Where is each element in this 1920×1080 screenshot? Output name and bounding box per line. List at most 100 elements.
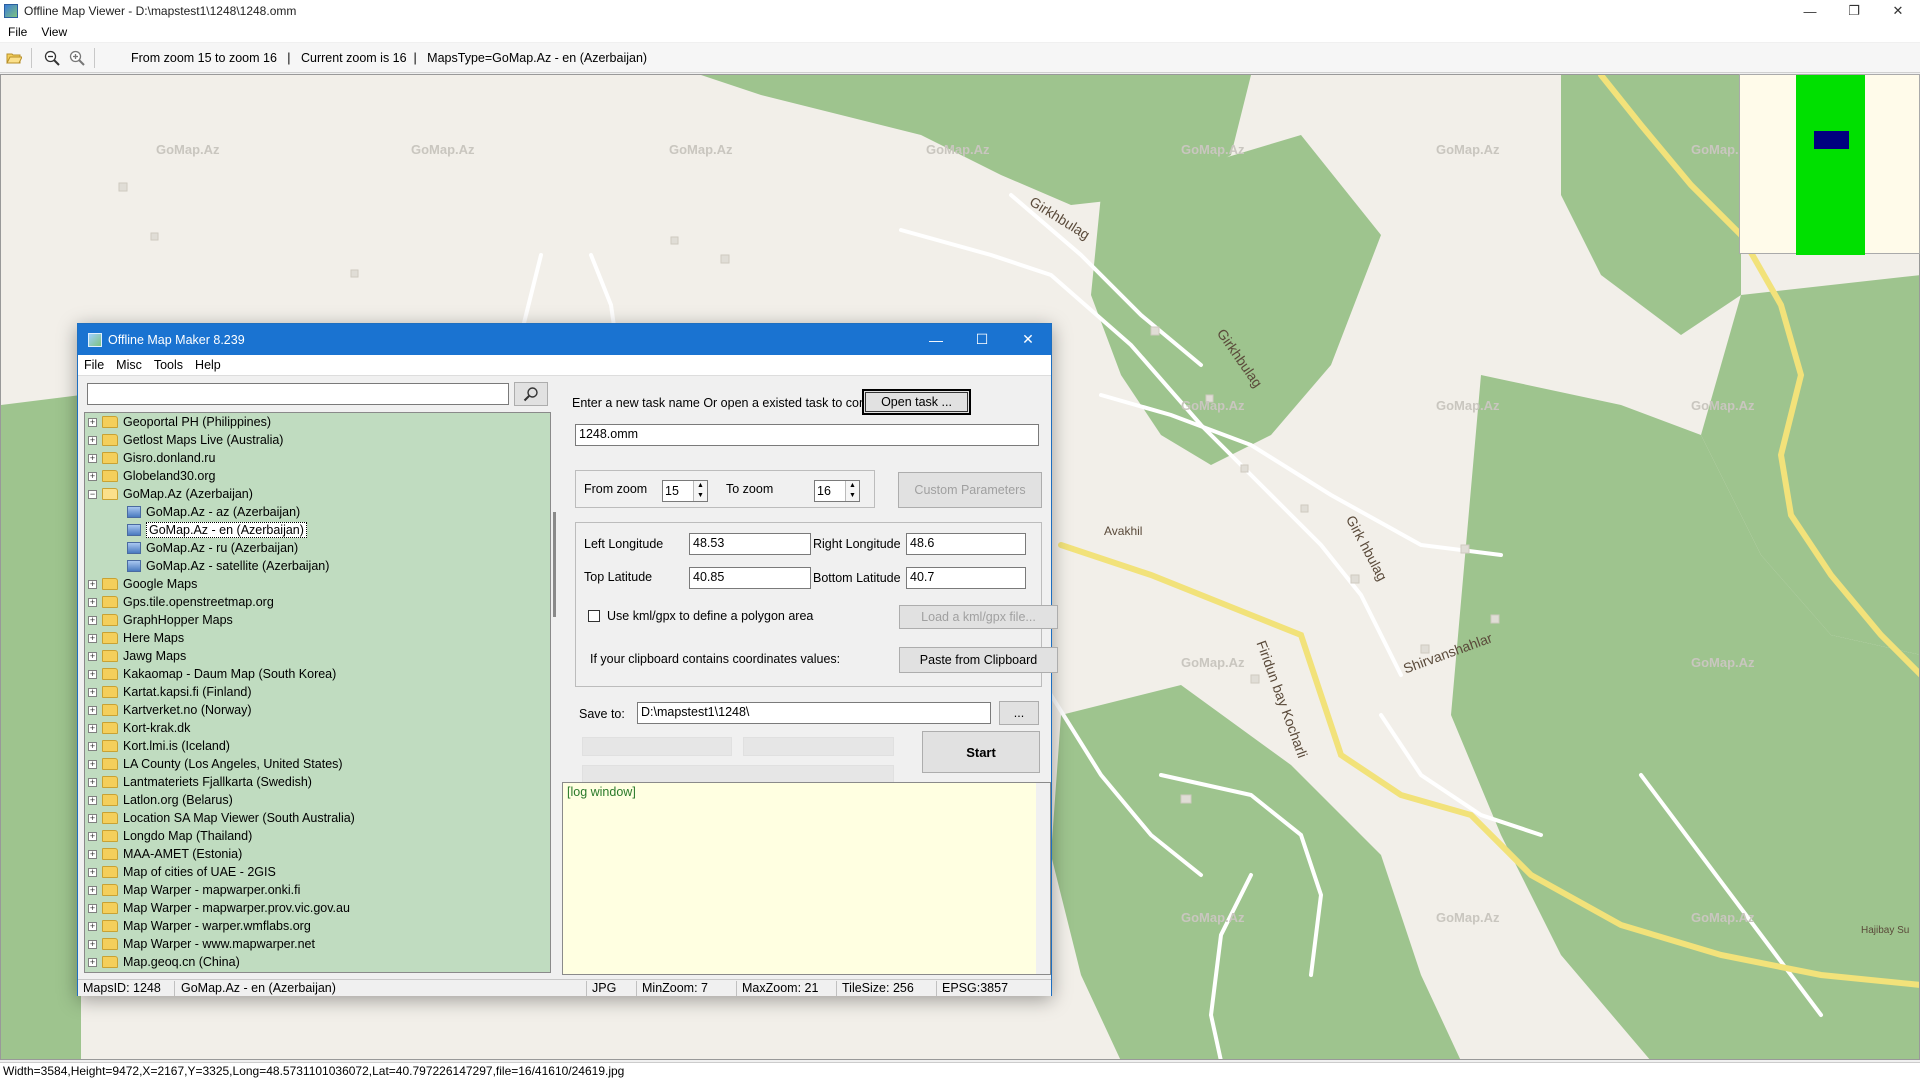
tree-map-item[interactable]: GoMap.Az - az (Azerbaijan) [85,503,550,521]
task-name-input[interactable]: 1248.omm [575,424,1039,446]
tree-map-item[interactable]: GoMap.Az - satellite (Azerbaijan) [85,557,550,575]
expand-icon[interactable]: + [88,705,97,715]
tree-folder-item[interactable]: + Map Warper - www.mapwarper.net [85,935,550,953]
zoom-out-icon[interactable] [41,47,63,69]
stepper-arrows-icon[interactable]: ▲ ▼ [693,481,707,501]
tree-folder-item[interactable]: + GraphHopper Maps [85,611,550,629]
expand-icon[interactable]: + [88,813,97,823]
dialog-menu-misc[interactable]: Misc [116,358,142,372]
tree-folder-item[interactable]: + Location SA Map Viewer (South Australia… [85,809,550,827]
start-button[interactable]: Start [922,731,1040,773]
tree-map-item[interactable]: GoMap.Az - en (Azerbaijan) [85,521,550,539]
from-zoom-stepper[interactable]: 15 ▲ ▼ [662,480,708,502]
dialog-close-button[interactable]: ✕ [1005,324,1051,355]
minimize-button[interactable]: — [1788,0,1832,22]
tree-folder-item[interactable]: + Map Warper - mapwarper.prov.vic.gov.au [85,899,550,917]
tree-folder-item[interactable]: + Google Maps [85,575,550,593]
overview-viewport-marker[interactable] [1814,131,1849,149]
browse-folder-button[interactable]: ... [999,701,1039,725]
scrollbar-thumb[interactable] [553,512,556,617]
log-window[interactable]: [log window] [562,782,1051,975]
expand-icon[interactable]: + [88,597,97,607]
expand-icon[interactable]: + [88,867,97,877]
stepper-arrows-icon[interactable]: ▲ ▼ [845,481,859,501]
tree-folder-item[interactable]: + Kartat.kapsi.fi (Finland) [85,683,550,701]
restore-button[interactable]: ❐ [1832,0,1876,22]
expand-icon[interactable]: + [88,687,97,697]
tree-map-item[interactable]: GoMap.Az - ru (Azerbaijan) [85,539,550,557]
expand-icon[interactable]: + [88,723,97,733]
expand-icon[interactable]: + [88,615,97,625]
map-overview-minimap[interactable] [1739,74,1920,255]
expand-icon[interactable]: + [88,903,97,913]
tree-folder-item[interactable]: + Lantmateriets Fjallkarta (Swedish) [85,773,550,791]
close-button[interactable]: ✕ [1876,0,1920,22]
use-kml-checkbox[interactable] [588,610,600,622]
expand-icon[interactable]: + [88,669,97,679]
custom-parameters-button[interactable]: Custom Parameters [898,472,1042,508]
tree-folder-item[interactable]: + Kartverket.no (Norway) [85,701,550,719]
collapse-icon[interactable]: − [88,489,97,499]
menu-file[interactable]: File [8,25,27,39]
expand-icon[interactable]: + [88,759,97,769]
tree-folder-item[interactable]: + Gisro.donland.ru [85,449,550,467]
paste-from-clipboard-button[interactable]: Paste from Clipboard [899,647,1058,673]
tree-folder-item[interactable]: − GoMap.Az (Azerbaijan) [85,485,550,503]
tree-folder-item[interactable]: + Gps.tile.openstreetmap.org [85,593,550,611]
dialog-minimize-button[interactable]: — [913,324,959,355]
dialog-titlebar[interactable]: Offline Map Maker 8.239 — ☐ ✕ [78,324,1051,355]
tree-folder-item[interactable]: + Map.geoq.cn (China) [85,953,550,971]
dialog-menu-help[interactable]: Help [195,358,221,372]
expand-icon[interactable]: + [88,651,97,661]
zoom-in-icon[interactable] [66,47,88,69]
menu-view[interactable]: View [41,25,67,39]
expand-icon[interactable]: + [88,795,97,805]
tree-scrollbar[interactable] [551,412,559,973]
expand-icon[interactable]: + [88,471,97,481]
expand-icon[interactable]: + [88,633,97,643]
dialog-maximize-button[interactable]: ☐ [959,324,1005,355]
expand-icon[interactable]: + [88,435,97,445]
dialog-menu-file[interactable]: File [84,358,104,372]
tree-folder-item[interactable]: + Map of cities of UAE - 2GIS [85,863,550,881]
tree-folder-item[interactable]: + LA County (Los Angeles, United States) [85,755,550,773]
tree-folder-item[interactable]: + Kort-krak.dk [85,719,550,737]
expand-icon[interactable]: + [88,957,97,967]
map-search-input[interactable] [87,383,509,405]
tree-folder-item[interactable]: + Map Warper - warper.wmflabs.org [85,917,550,935]
tree-folder-item[interactable]: + MAA-AMET (Estonia) [85,845,550,863]
tree-folder-item[interactable]: + Here Maps [85,629,550,647]
top-latitude-input[interactable]: 40.85 [689,567,811,589]
save-to-path-input[interactable]: D:\mapstest1\1248\ [637,702,991,724]
map-source-tree[interactable]: + Geoportal PH (Philippines) + Getlost Maps… [84,412,551,973]
expand-icon[interactable]: + [88,453,97,463]
to-zoom-stepper[interactable]: 16 ▲ ▼ [814,480,860,502]
tree-folder-item[interactable]: + Geoportal PH (Philippines) [85,413,550,431]
dialog-menu-tools[interactable]: Tools [154,358,183,372]
expand-icon[interactable]: + [88,921,97,931]
expand-icon[interactable]: + [88,417,97,427]
expand-icon[interactable]: + [88,885,97,895]
expand-icon[interactable]: + [88,849,97,859]
search-button[interactable] [514,382,548,406]
expand-icon[interactable]: + [88,777,97,787]
tree-folder-item[interactable]: + Globeland30.org [85,467,550,485]
expand-icon[interactable]: + [88,831,97,841]
open-task-button[interactable]: Open task ... [862,389,971,415]
tree-folder-item[interactable]: + Getlost Maps Live (Australia) [85,431,550,449]
tree-folder-item[interactable]: + Map Warper - mapwarper.onki.fi [85,881,550,899]
left-longitude-input[interactable]: 48.53 [689,533,811,555]
open-folder-icon[interactable] [3,47,25,69]
load-kml-button[interactable]: Load a kml/gpx file... [899,605,1058,629]
tree-folder-item[interactable]: + Kakaomap - Daum Map (South Korea) [85,665,550,683]
tree-folder-item[interactable]: + Latlon.org (Belarus) [85,791,550,809]
expand-icon[interactable]: + [88,741,97,751]
expand-icon[interactable]: + [88,939,97,949]
tree-folder-item[interactable]: + Kort.lmi.is (Iceland) [85,737,550,755]
tree-folder-item[interactable]: + Longdo Map (Thailand) [85,827,550,845]
expand-icon[interactable]: + [88,579,97,589]
right-longitude-input[interactable]: 48.6 [906,533,1026,555]
bottom-latitude-input[interactable]: 40.7 [906,567,1026,589]
log-scrollbar[interactable] [1036,783,1050,974]
tree-folder-item[interactable]: + Jawg Maps [85,647,550,665]
